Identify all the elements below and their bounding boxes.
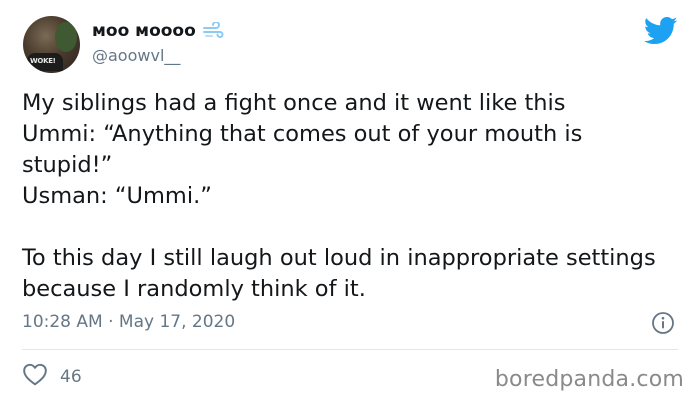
tweet-timestamp[interactable]: 10:28 AM · May 17, 2020 bbox=[22, 312, 235, 332]
dash-symbol-icon bbox=[202, 21, 224, 40]
watermark: boredpanda.com bbox=[494, 367, 684, 392]
author-handle[interactable]: @aoowvl__ bbox=[92, 46, 180, 65]
like-row[interactable]: 46 bbox=[22, 362, 82, 391]
info-icon[interactable] bbox=[651, 311, 675, 335]
avatar[interactable]: WOKE! bbox=[23, 16, 80, 73]
tweet-text: My siblings had a fight once and it went… bbox=[22, 90, 656, 302]
avatar-plant bbox=[55, 22, 77, 52]
divider bbox=[22, 349, 678, 350]
twitter-bird-icon[interactable] bbox=[643, 16, 678, 46]
heart-icon[interactable] bbox=[22, 362, 48, 391]
like-count: 46 bbox=[60, 366, 82, 387]
author-name-text: ᴍᴏᴏ ᴍᴏᴏᴏᴏ bbox=[92, 21, 196, 41]
avatar-shirt-text: WOKE! bbox=[30, 57, 56, 65]
author-display-name[interactable]: ᴍᴏᴏ ᴍᴏᴏᴏᴏ bbox=[92, 21, 224, 41]
